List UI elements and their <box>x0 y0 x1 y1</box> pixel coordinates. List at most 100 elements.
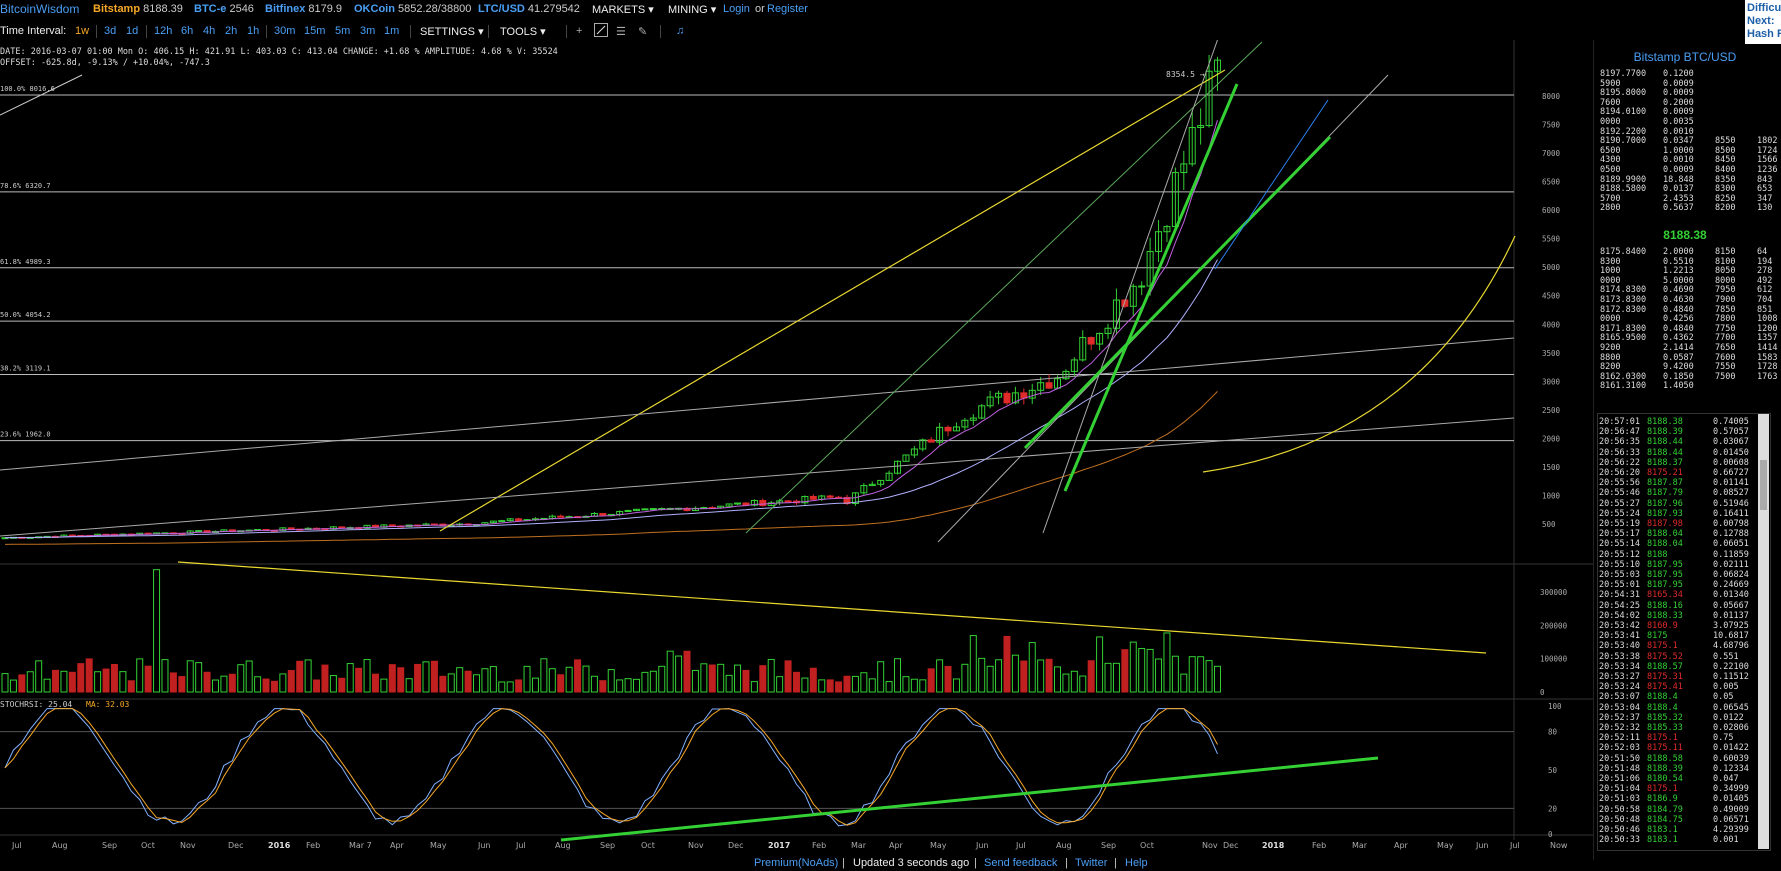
register-link[interactable]: Register <box>767 3 808 15</box>
ticker-bitstamp[interactable]: Bitstamp 8188.39 <box>93 3 183 15</box>
interval-5m[interactable]: 5m <box>335 25 350 37</box>
interval-3d[interactable]: 3d <box>104 25 116 37</box>
volume-bar <box>405 678 413 693</box>
interval-4h[interactable]: 4h <box>203 25 215 37</box>
tools-menu[interactable]: TOOLS ▾ <box>500 25 546 38</box>
trade-cell: 4.68796 <box>1713 641 1749 652</box>
price-chart[interactable]: 100.0% 8016.678.6% 6320.761.8% 4989.350.… <box>0 40 1593 857</box>
orderbook-cell: 1357 <box>1757 333 1778 344</box>
volume-bar <box>523 665 531 693</box>
volume-bar <box>961 663 969 693</box>
ticker-btce[interactable]: BTC-e 2546 <box>194 3 254 15</box>
trade-cell: 8188.16 <box>1647 600 1683 611</box>
trade-cell: 8188.04 <box>1647 539 1683 550</box>
time-axis-label: Aug <box>1056 841 1072 850</box>
orderbook-cell: 8174.8300 <box>1600 285 1647 296</box>
trade-cell: 8185.33 <box>1647 723 1683 733</box>
volume-bar <box>144 665 152 693</box>
trade-cell: 8187.95 <box>1647 580 1683 591</box>
volume-bar <box>506 681 514 693</box>
mining-menu[interactable]: MINING ▾ <box>668 3 716 16</box>
twitter-link[interactable]: Twitter <box>1075 857 1107 869</box>
orderbook-cell: 7850 <box>1715 304 1736 315</box>
trade-cell: 8188.39 <box>1647 763 1683 774</box>
volume-bar <box>498 681 506 693</box>
ticker-name: LTC/USD <box>478 3 525 15</box>
volume-bar <box>986 665 994 693</box>
send-feedback-link[interactable]: Send feedback <box>984 857 1057 869</box>
orderbook-cell: 8200 <box>1600 362 1621 373</box>
trade-cell: 0.08527 <box>1713 488 1749 499</box>
site-logo[interactable]: BitcoinWisdom <box>0 2 79 16</box>
interval-1m[interactable]: 1m <box>384 25 399 37</box>
drawn-trendlines <box>0 40 1516 842</box>
volume-bar <box>237 664 245 693</box>
trade-cell: 8188.33 <box>1647 610 1683 621</box>
alert-bell-icon[interactable]: ♫ <box>676 25 684 37</box>
volume-bar <box>1205 660 1213 693</box>
interval-15m[interactable]: 15m <box>304 25 325 37</box>
trade-cell: 8175.52 <box>1647 651 1683 662</box>
orderbook-cell: 1.0000 <box>1663 145 1694 156</box>
trade-cell: 8180.54 <box>1647 774 1683 784</box>
time-axis-label: Nov <box>1202 841 1218 850</box>
scrollbar-thumb[interactable] <box>1760 460 1767 510</box>
orderbook-cell: 0.0009 <box>1663 88 1694 99</box>
line-tool-icon[interactable] <box>594 23 608 37</box>
volume-bar <box>338 677 346 693</box>
interval-1d[interactable]: 1d <box>126 25 138 37</box>
volume-bar <box>329 675 337 693</box>
trade-cell: 0.01340 <box>1713 590 1749 601</box>
pen-tool-icon[interactable]: ✎ <box>638 25 647 38</box>
login-link[interactable]: Login <box>723 3 750 15</box>
time-axis-label: Jun <box>1475 841 1489 850</box>
orderbook-cell: 8189.9900 <box>1600 174 1647 185</box>
orderbook-cell: 8100 <box>1715 256 1736 267</box>
trade-cell: 0.11859 <box>1713 549 1749 560</box>
trade-cell: 3.07925 <box>1713 621 1749 631</box>
help-link[interactable]: Help <box>1125 857 1148 869</box>
stoch-tick-label: 0 <box>1548 830 1553 839</box>
interval-1w[interactable]: 1w <box>75 25 89 37</box>
volume-bar <box>944 665 952 693</box>
ticker-okcoin[interactable]: OKCoin 5852.28/38800 <box>354 3 471 15</box>
fib-level-label: 78.6% 6320.7 <box>0 182 51 190</box>
interval-3m[interactable]: 3m <box>360 25 375 37</box>
interval-30m[interactable]: 30m <box>274 25 295 37</box>
interval-1h[interactable]: 1h <box>247 25 259 37</box>
time-axis-label: Jul <box>11 841 22 850</box>
crosshair-tool-icon[interactable]: + <box>576 25 582 37</box>
volume-bar <box>270 680 278 693</box>
orderbook-cell: 1008 <box>1757 314 1778 325</box>
orderbook-cell: 0.0010 <box>1663 155 1694 166</box>
orderbook-cell: 7600 <box>1600 97 1621 108</box>
ticker-bitfinex[interactable]: Bitfinex 8179.9 <box>265 3 342 15</box>
volume-bar <box>624 678 632 693</box>
trade-cell: 20:53:07 <box>1599 692 1640 703</box>
orderbook-cell: 1414 <box>1757 343 1778 353</box>
interval-2h[interactable]: 2h <box>225 25 237 37</box>
time-axis-label: Dec <box>1223 841 1238 850</box>
or-text: or <box>755 3 765 15</box>
ticker-ltcusd[interactable]: LTC/USD 41.279542 <box>478 3 580 15</box>
candle-body <box>599 512 607 517</box>
volume-bar <box>919 679 927 693</box>
trade-cell: 20:53:38 <box>1599 651 1640 662</box>
premium-link[interactable]: Premium(NoAds) <box>754 857 838 869</box>
interval-12h[interactable]: 12h <box>154 25 172 37</box>
volume-bar <box>767 658 775 693</box>
trade-cell: 0.06824 <box>1713 570 1749 580</box>
volume-bar <box>717 663 725 693</box>
trade-cell: 8175.1 <box>1647 641 1678 652</box>
settings-menu[interactable]: SETTINGS ▾ <box>420 25 484 38</box>
markets-menu[interactable]: MARKETS ▾ <box>592 3 654 16</box>
trades-list[interactable]: 20:57:01 8188.38 0.74005 20:56:47 8188.39 0.5… <box>1597 413 1771 851</box>
volume-bar <box>995 659 1003 693</box>
trendline <box>745 41 1263 534</box>
trade-cell: 20:55:56 <box>1599 478 1640 489</box>
candle-body <box>784 500 792 503</box>
trade-cell: 0.06051 <box>1713 539 1749 550</box>
fib-tool-icon[interactable]: ☰ <box>616 25 626 38</box>
ticker-price: 41.279542 <box>527 3 580 15</box>
interval-6h[interactable]: 6h <box>181 25 193 37</box>
